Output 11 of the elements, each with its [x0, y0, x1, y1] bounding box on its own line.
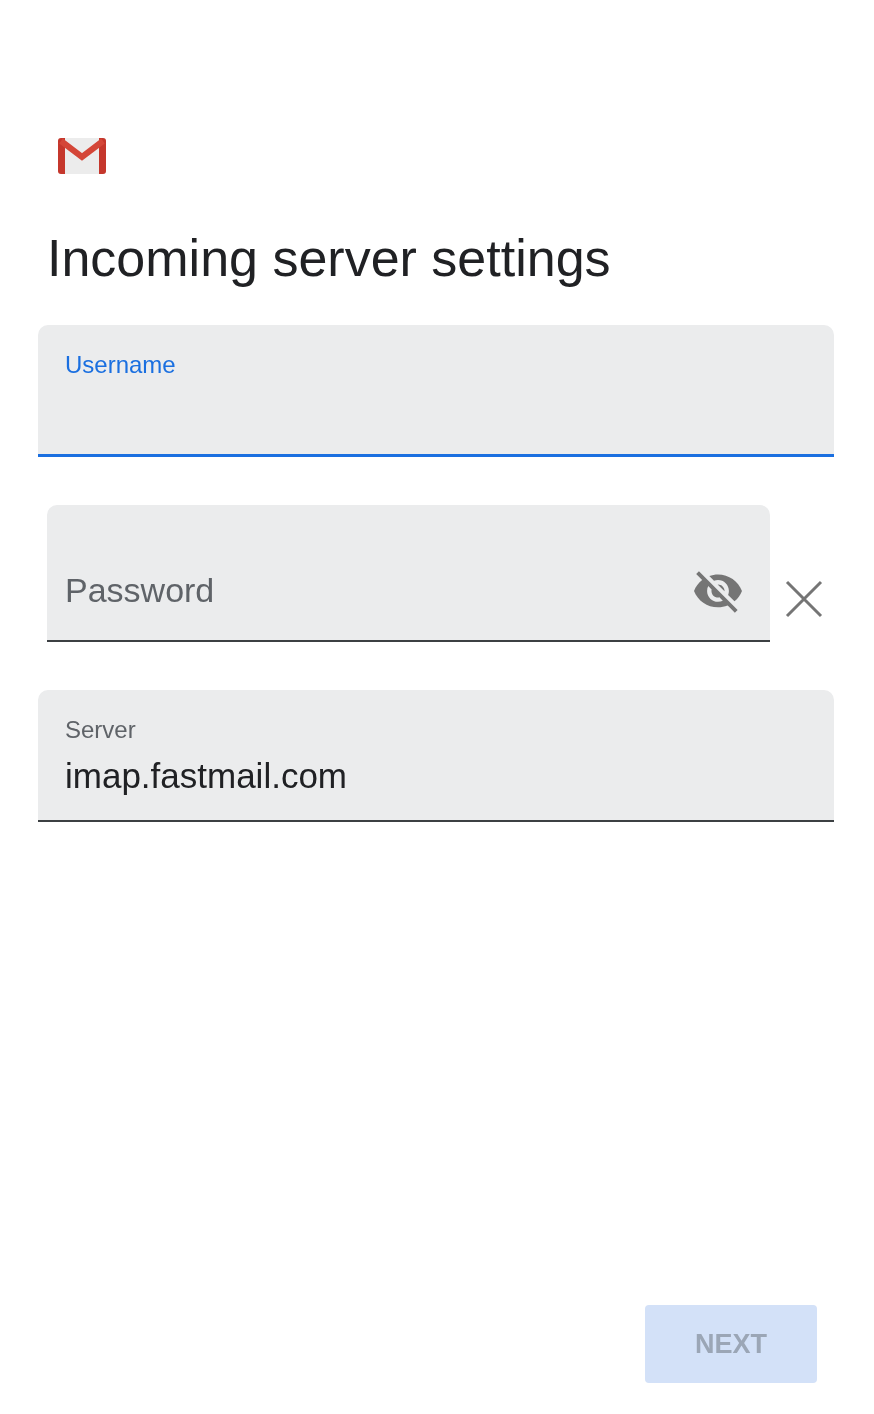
password-field[interactable]: Password — [47, 505, 770, 642]
field-label: Password — [65, 570, 215, 610]
eye-off-icon[interactable] — [694, 571, 742, 613]
page-title: Incoming server settings — [47, 228, 611, 288]
close-icon[interactable] — [785, 580, 823, 618]
mail-logo-icon — [58, 138, 106, 174]
text-input[interactable]: imap.fastmail.com — [65, 756, 806, 796]
field-label: Username — [65, 353, 176, 377]
text-field[interactable]: Server imap.fastmail.com — [38, 690, 834, 822]
field-label: Server — [65, 718, 136, 742]
text-field[interactable]: Username — [38, 325, 834, 457]
